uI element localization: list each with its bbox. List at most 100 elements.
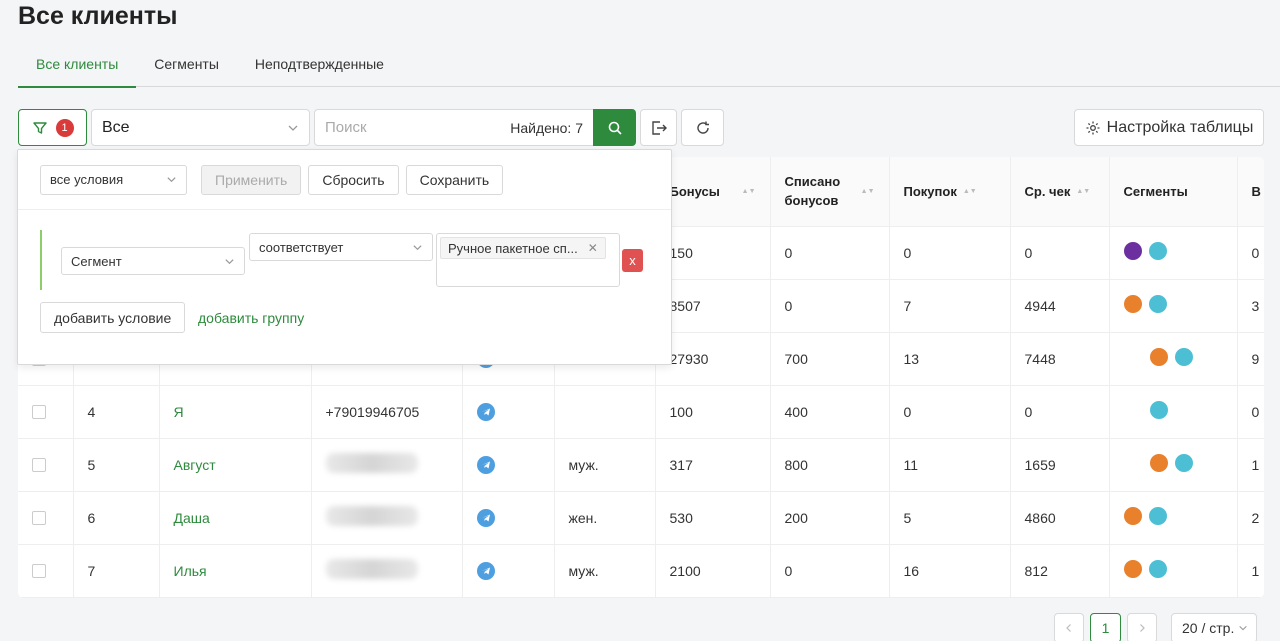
page-size-select[interactable]: 20 / стр. bbox=[1171, 613, 1257, 641]
client-name-link[interactable]: Я bbox=[159, 385, 312, 439]
telegram-icon bbox=[476, 561, 495, 580]
tabs-bar: Все клиенты Сегменты Неподтвержденные bbox=[18, 44, 1280, 88]
tab-segments[interactable]: Сегменты bbox=[136, 44, 237, 87]
client-bonuses: 27930 bbox=[655, 332, 771, 386]
condition-value-multiselect[interactable]: Ручное пакетное сп... ✕ bbox=[436, 233, 620, 287]
client-visits: 1 bbox=[1237, 544, 1264, 598]
segment-select-value: Все bbox=[102, 118, 130, 136]
client-visits: 0 bbox=[1237, 226, 1264, 280]
segment-dot bbox=[1123, 294, 1142, 313]
add-condition-button[interactable]: добавить условие bbox=[40, 302, 186, 333]
client-avg-check: 7448 bbox=[1010, 332, 1110, 386]
client-purchases: 13 bbox=[889, 332, 1011, 386]
tag-close-icon[interactable]: ✕ bbox=[588, 241, 598, 255]
row-num: 7 bbox=[73, 544, 160, 598]
client-purchases: 16 bbox=[889, 544, 1011, 598]
client-spent-bonuses: 800 bbox=[770, 438, 890, 492]
client-name-link[interactable]: Август bbox=[159, 438, 312, 492]
row-checkbox[interactable] bbox=[32, 510, 46, 525]
client-purchases: 0 bbox=[889, 385, 1011, 439]
client-avg-check: 0 bbox=[1010, 385, 1110, 439]
segment-dot bbox=[1148, 506, 1167, 525]
save-filter-button[interactable]: Сохранить bbox=[405, 164, 504, 195]
search-input[interactable]: Поиск Найдено: 7 bbox=[314, 109, 594, 146]
client-visits: 3 bbox=[1237, 279, 1264, 333]
refresh-button[interactable] bbox=[681, 109, 724, 146]
page-title: Все клиенты bbox=[18, 2, 178, 30]
client-avg-check: 812 bbox=[1010, 544, 1110, 598]
client-spent-bonuses: 700 bbox=[770, 332, 890, 386]
condition-operator-select[interactable]: соответствует bbox=[249, 233, 433, 261]
chevron-right-icon bbox=[1140, 624, 1145, 632]
client-visits: 0 bbox=[1237, 385, 1264, 439]
client-bonuses: 317 bbox=[655, 438, 771, 492]
client-name-link[interactable]: Илья bbox=[159, 544, 312, 598]
row-checkbox[interactable] bbox=[32, 457, 46, 472]
client-spent-bonuses: 0 bbox=[770, 279, 890, 333]
segment-dot bbox=[1123, 241, 1142, 260]
tab-unconfirmed[interactable]: Неподтвержденные bbox=[237, 44, 402, 87]
conditions-mode-select[interactable]: все условия bbox=[40, 164, 187, 195]
filter-button[interactable]: 1 bbox=[18, 109, 87, 146]
search-button[interactable] bbox=[593, 109, 636, 146]
client-spent-bonuses: 400 bbox=[770, 385, 890, 439]
chevron-left-icon bbox=[1066, 624, 1071, 632]
client-spent-bonuses: 200 bbox=[770, 491, 890, 545]
segment-dot bbox=[1148, 241, 1167, 260]
next-page-button[interactable] bbox=[1127, 613, 1157, 641]
segment-dot bbox=[1148, 559, 1167, 578]
delete-condition-button[interactable]: x bbox=[622, 249, 643, 272]
filter-panel: все условия Применить Сбросить Сохранить… bbox=[17, 149, 672, 365]
segment-dot bbox=[1123, 506, 1142, 525]
client-segments bbox=[1109, 491, 1238, 545]
sort-icon: ▲▼ bbox=[860, 187, 875, 195]
client-bonuses: 8507 bbox=[655, 279, 771, 333]
row-num: 6 bbox=[73, 491, 160, 545]
condition-field-select[interactable]: Сегмент bbox=[61, 247, 245, 275]
export-icon bbox=[651, 120, 667, 135]
add-group-link[interactable]: добавить группу bbox=[198, 310, 304, 326]
apply-button[interactable]: Применить bbox=[201, 164, 302, 195]
client-avg-check: 1659 bbox=[1010, 438, 1110, 492]
table-row[interactable]: 7 Илья муж. 2100 0 16 812 1 bbox=[18, 544, 1264, 598]
table-row[interactable]: 5 Август муж. 317 800 11 1659 1 bbox=[18, 438, 1264, 492]
col-bonuses[interactable]: Бонусы ▲▼ bbox=[655, 157, 771, 227]
client-segments bbox=[1109, 385, 1238, 439]
client-gender: муж. bbox=[554, 438, 656, 492]
table-settings-button[interactable]: Настройка таблицы bbox=[1074, 109, 1264, 146]
col-purchases[interactable]: Покупок ▲▼ bbox=[889, 157, 1011, 227]
client-visits: 2 bbox=[1237, 491, 1264, 545]
row-checkbox[interactable] bbox=[32, 563, 46, 578]
client-segments bbox=[1109, 544, 1238, 598]
client-spent-bonuses: 0 bbox=[770, 226, 890, 280]
sort-icon: ▲▼ bbox=[1076, 187, 1091, 195]
table-row[interactable]: 4 Я +79019946705 100 400 0 0 0 bbox=[18, 385, 1264, 439]
search-icon bbox=[608, 121, 622, 135]
client-name-link[interactable]: Даша bbox=[159, 491, 312, 545]
row-num: 4 bbox=[73, 385, 160, 439]
col-visits: В bbox=[1237, 157, 1264, 227]
prev-page-button[interactable] bbox=[1054, 613, 1084, 641]
client-bonuses: 2100 bbox=[655, 544, 771, 598]
row-checkbox-cell bbox=[18, 438, 74, 492]
client-phone bbox=[311, 544, 463, 598]
table-settings-label: Настройка таблицы bbox=[1106, 118, 1254, 136]
col-avg-check[interactable]: Ср. чек ▲▼ bbox=[1010, 157, 1110, 227]
value-tag: Ручное пакетное сп... ✕ bbox=[440, 237, 606, 259]
tab-all-clients[interactable]: Все клиенты bbox=[18, 44, 137, 88]
table-row[interactable]: 6 Даша жен. 530 200 5 4860 2 bbox=[18, 491, 1264, 545]
col-spent-bonuses[interactable]: Списано бонусов ▲▼ bbox=[770, 157, 890, 227]
row-checkbox-cell bbox=[18, 491, 74, 545]
row-checkbox-cell bbox=[18, 544, 74, 598]
client-bonuses: 530 bbox=[655, 491, 771, 545]
client-purchases: 7 bbox=[889, 279, 1011, 333]
client-phone bbox=[311, 438, 463, 492]
chevron-down-icon bbox=[413, 244, 422, 250]
row-checkbox[interactable] bbox=[32, 404, 46, 419]
export-button[interactable] bbox=[640, 109, 677, 146]
reset-button[interactable]: Сбросить bbox=[308, 164, 399, 195]
page-1-button[interactable]: 1 bbox=[1090, 613, 1121, 641]
gear-icon bbox=[1086, 121, 1100, 134]
search-placeholder: Поиск bbox=[325, 119, 367, 136]
segment-select[interactable]: Все bbox=[91, 109, 310, 146]
